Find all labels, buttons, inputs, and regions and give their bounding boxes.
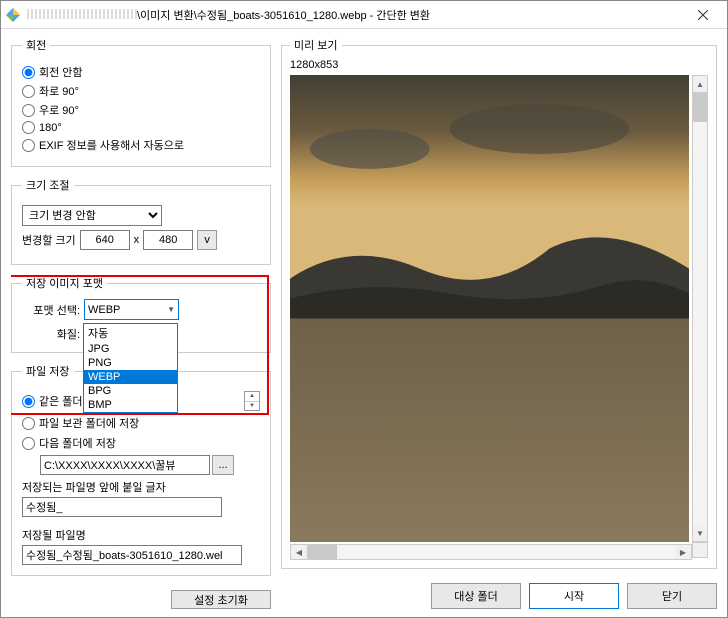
- resize-width-input[interactable]: [80, 230, 130, 250]
- rotation-legend: 회전: [22, 37, 50, 53]
- rotation-label-right90: 우로 90°: [39, 102, 79, 118]
- filesave-radio-other[interactable]: [22, 437, 35, 450]
- rotation-radio-exif[interactable]: [22, 139, 35, 152]
- resize-v-button[interactable]: v: [197, 230, 217, 250]
- preview-scrollbar-vertical[interactable]: ▲ ▼: [692, 75, 708, 542]
- left-panel: 회전 회전 안함 좌로 90° 우로 90° 180° EXIF 정보를 사용해…: [11, 37, 271, 609]
- format-group: 저장 이미지 포맷 포맷 선택: WEBP ▼ 화질: 자동 JPG PNG W…: [11, 275, 271, 353]
- filesave-path-input[interactable]: [40, 455, 210, 475]
- preview-dimensions: 1280x853: [290, 59, 708, 71]
- format-legend: 저장 이미지 포맷: [22, 275, 107, 291]
- format-select-label: 포맷 선택:: [22, 302, 80, 318]
- preview-image: [290, 75, 689, 542]
- start-button[interactable]: 시작: [529, 583, 619, 609]
- format-option-jpg[interactable]: JPG: [84, 342, 177, 356]
- titlebar: \이미지 변환\수정됨_boats-3051610_1280.webp - 간단…: [1, 1, 727, 29]
- scroll-corner: [692, 542, 708, 558]
- resize-legend: 크기 조절: [22, 177, 74, 193]
- preview-image-area: [290, 75, 690, 542]
- rotation-label-180: 180°: [39, 122, 62, 134]
- content: 회전 회전 안함 좌로 90° 우로 90° 180° EXIF 정보를 사용해…: [1, 29, 727, 617]
- rotation-radio-left90[interactable]: [22, 85, 35, 98]
- browse-button[interactable]: ...: [212, 455, 234, 475]
- format-option-png[interactable]: PNG: [84, 356, 177, 370]
- resize-group: 크기 조절 크기 변경 안함 변경할 크기 x v: [11, 177, 271, 265]
- rotation-radio-none[interactable]: [22, 66, 35, 79]
- reset-button[interactable]: 설정 초기화: [171, 590, 271, 609]
- resize-height-input[interactable]: [143, 230, 193, 250]
- preview-legend: 미리 보기: [290, 37, 342, 53]
- right-panel: 미리 보기 1280x853: [281, 37, 717, 609]
- format-dropdown-list: 자동 JPG PNG WEBP BPG BMP: [83, 323, 178, 413]
- filesave-updown[interactable]: ▲ ▼: [244, 391, 260, 411]
- rotation-radio-right90[interactable]: [22, 104, 35, 117]
- outname-label: 저장될 파일명: [22, 527, 260, 543]
- format-option-auto[interactable]: 자동: [84, 324, 177, 342]
- resize-change-label: 변경할 크기: [22, 232, 76, 248]
- scroll-down-icon[interactable]: ▼: [693, 525, 707, 541]
- format-select[interactable]: WEBP ▼: [84, 299, 179, 320]
- filesave-label-view: 파일 보관 폴더에 저장: [39, 415, 139, 431]
- scroll-thumb-v[interactable]: [693, 92, 707, 122]
- format-quality-label: 화질:: [22, 326, 80, 342]
- format-option-webp[interactable]: WEBP: [84, 370, 177, 384]
- preview-scrollbar-horizontal[interactable]: ◀ ▶: [290, 544, 692, 560]
- scroll-right-icon[interactable]: ▶: [675, 545, 691, 559]
- app-window: \이미지 변환\수정됨_boats-3051610_1280.webp - 간단…: [0, 0, 728, 618]
- resize-combo[interactable]: 크기 변경 안함: [22, 205, 162, 226]
- up-icon[interactable]: ▲: [245, 392, 259, 402]
- scroll-left-icon[interactable]: ◀: [291, 545, 307, 559]
- close-button[interactable]: [683, 1, 723, 28]
- prefix-label: 저장되는 파일명 앞에 붙일 글자: [22, 479, 260, 495]
- chevron-down-icon: ▼: [167, 305, 175, 314]
- prefix-input[interactable]: [22, 497, 222, 517]
- rotation-radio-180[interactable]: [22, 121, 35, 134]
- preview-group: 미리 보기 1280x853: [281, 37, 717, 569]
- filesave-legend: 파일 저장: [22, 363, 74, 379]
- close-dialog-button[interactable]: 닫기: [627, 583, 717, 609]
- rotation-label-left90: 좌로 90°: [39, 83, 79, 99]
- bottom-button-row: 대상 폴더 시작 닫기: [281, 575, 717, 609]
- filesave-radio-view[interactable]: [22, 417, 35, 430]
- close-icon: [698, 10, 708, 20]
- scroll-up-icon[interactable]: ▲: [693, 76, 707, 92]
- rotation-label-exif: EXIF 정보를 사용해서 자동으로: [39, 137, 184, 153]
- window-title: \이미지 변환\수정됨_boats-3051610_1280.webp - 간단…: [27, 7, 683, 23]
- filesave-radio-same[interactable]: [22, 395, 35, 408]
- format-option-bmp[interactable]: BMP: [84, 398, 177, 412]
- resize-x-label: x: [134, 234, 140, 246]
- rotation-label-none: 회전 안함: [39, 64, 83, 80]
- format-select-value: WEBP: [88, 304, 120, 316]
- dest-folder-button[interactable]: 대상 폴더: [431, 583, 521, 609]
- format-option-bpg[interactable]: BPG: [84, 384, 177, 398]
- outname-input[interactable]: [22, 545, 242, 565]
- down-icon[interactable]: ▼: [245, 402, 259, 411]
- app-icon: [5, 7, 21, 23]
- rotation-group: 회전 회전 안함 좌로 90° 우로 90° 180° EXIF 정보를 사용해…: [11, 37, 271, 167]
- filesave-label-other: 다음 폴더에 저장: [39, 435, 116, 451]
- scroll-thumb-h[interactable]: [307, 545, 337, 559]
